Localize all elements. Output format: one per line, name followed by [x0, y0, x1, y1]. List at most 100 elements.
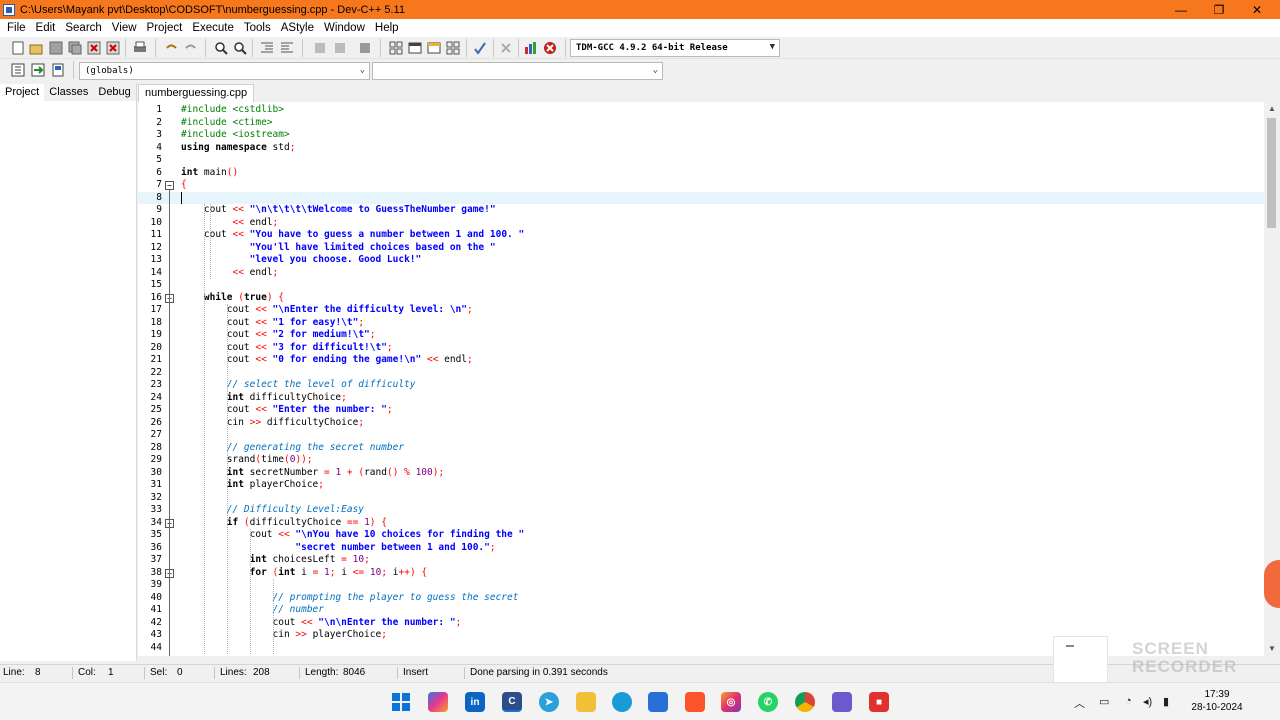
keyboard-icon[interactable]: ▭ [1099, 695, 1109, 708]
chrome-icon[interactable] [795, 692, 815, 712]
code-line[interactable]: 11 cout << "You have to guess a number b… [138, 229, 1264, 242]
menu-file[interactable]: File [2, 22, 31, 34]
toggle-icon[interactable] [50, 62, 66, 78]
menu-view[interactable]: View [107, 22, 142, 34]
code-line[interactable]: 28 // generating the secret number [138, 442, 1264, 455]
battery-icon[interactable]: ▮ [1163, 695, 1169, 708]
code-line[interactable]: 30 int secretNumber = 1 + (rand() % 100)… [138, 467, 1264, 480]
code-line[interactable]: 41 // number [138, 604, 1264, 617]
goto-bookmark-icon[interactable] [332, 40, 348, 56]
code-line[interactable]: 25 cout << "Enter the number: "; [138, 404, 1264, 417]
goto-line-icon[interactable] [357, 40, 373, 56]
menu-help[interactable]: Help [370, 22, 404, 34]
screen-recorder-icon[interactable]: ■ [869, 692, 889, 712]
menu-execute[interactable]: Execute [187, 22, 239, 34]
toggle-bookmark-icon[interactable] [312, 40, 328, 56]
volume-icon[interactable]: ◂) [1143, 695, 1152, 708]
code-line[interactable]: 19 cout << "2 for medium!\t"; [138, 329, 1264, 342]
compiler-select[interactable]: TDM-GCC 4.9.2 64-bit Release ▼ [570, 39, 780, 57]
insert-icon[interactable] [10, 62, 26, 78]
whatsapp-icon[interactable]: ✆ [758, 692, 778, 712]
code-line[interactable]: 9 cout << "\n\t\t\t\tWelcome to GuessThe… [138, 204, 1264, 217]
devcpp-taskbar-icon[interactable]: C [502, 692, 522, 712]
profile-chart-icon[interactable] [523, 40, 539, 56]
menu-astyle[interactable]: AStyle [276, 22, 319, 34]
minimize-button[interactable]: — [1162, 0, 1200, 19]
code-line[interactable]: 27 [138, 429, 1264, 442]
close-button[interactable]: ✕ [1238, 0, 1276, 19]
open-file-icon[interactable] [28, 40, 44, 56]
menu-window[interactable]: Window [319, 22, 370, 34]
code-line[interactable]: 33 // Difficulty Level:Easy [138, 504, 1264, 517]
file-explorer-icon[interactable] [576, 692, 596, 712]
code-editor[interactable]: 1 #include <cstdlib> 2 #include <ctime> 3 #in… [138, 102, 1264, 656]
code-line[interactable]: 13 "level you choose. Good Luck!" [138, 254, 1264, 267]
code-line[interactable]: 26 cin >> difficultyChoice; [138, 417, 1264, 430]
code-line[interactable]: 32 [138, 492, 1264, 505]
code-line[interactable]: 16 while (true) {− [138, 292, 1264, 305]
find-icon[interactable] [213, 40, 229, 56]
new-file-icon[interactable] [10, 40, 26, 56]
print-icon[interactable] [132, 40, 148, 56]
code-line[interactable]: 2 #include <ctime> [138, 117, 1264, 130]
check-syntax-icon[interactable] [472, 40, 488, 56]
code-line[interactable]: 7 {− [138, 179, 1264, 192]
menu-project[interactable]: Project [142, 22, 188, 34]
tab-project[interactable]: Project [0, 84, 45, 101]
new-project-icon[interactable] [388, 40, 404, 56]
code-line[interactable]: 1 #include <cstdlib> [138, 104, 1264, 117]
wifi-icon[interactable]: ◔ [1125, 695, 1132, 707]
code-line[interactable]: 24 int difficultyChoice; [138, 392, 1264, 405]
code-line[interactable]: 10 << endl; [138, 217, 1264, 230]
menu-edit[interactable]: Edit [31, 22, 61, 34]
instagram-icon[interactable]: ◎ [721, 692, 741, 712]
goto-icon[interactable] [30, 62, 46, 78]
code-line[interactable]: 23 // select the level of difficulty [138, 379, 1264, 392]
fold-toggle-icon[interactable]: − [165, 181, 174, 190]
code-line[interactable]: 40 // prompting the player to guess the … [138, 592, 1264, 605]
scope-select[interactable]: (globals) ⌄ [79, 62, 370, 80]
tab-debug[interactable]: Debug [93, 84, 135, 101]
code-line[interactable]: 12 "You'll have limited choices based on… [138, 242, 1264, 255]
class-browser-icon[interactable] [445, 40, 461, 56]
code-line[interactable]: 18 cout << "1 for easy!\t"; [138, 317, 1264, 330]
redo-icon[interactable] [183, 40, 199, 56]
maximize-button[interactable]: ❐ [1200, 0, 1238, 19]
stop-execution-icon[interactable] [498, 40, 514, 56]
code-line[interactable]: 17 cout << "\nEnter the difficulty level… [138, 304, 1264, 317]
tray-chevron-icon[interactable]: ︿ [1074, 695, 1085, 711]
code-line[interactable]: 35 cout << "\nYou have 10 choices for fi… [138, 529, 1264, 542]
project-window-icon[interactable] [407, 40, 423, 56]
code-line[interactable]: 21 cout << "0 for ending the game!\n" <<… [138, 354, 1264, 367]
code-line[interactable]: 37 int choicesLeft = 10; [138, 554, 1264, 567]
code-line[interactable]: 38 for (int i = 1; i <= 10; i++) {− [138, 567, 1264, 580]
code-line[interactable]: 4 using namespace std; [138, 142, 1264, 155]
scrollbar-thumb[interactable] [1267, 118, 1276, 228]
code-line[interactable]: 29 srand(time(0)); [138, 454, 1264, 467]
code-line[interactable]: 34 if (difficultyChoice == 1) {− [138, 517, 1264, 530]
clock[interactable]: 17:39 28-10-2024 [1186, 688, 1248, 714]
scroll-down-icon[interactable]: ▼ [1264, 642, 1280, 656]
save-icon[interactable] [48, 40, 64, 56]
tab-classes[interactable]: Classes [44, 84, 93, 101]
save-all-icon[interactable] [67, 40, 83, 56]
code-line[interactable]: 15 [138, 279, 1264, 292]
delete-profile-icon[interactable] [542, 40, 558, 56]
code-line[interactable]: 5 [138, 154, 1264, 167]
undo-icon[interactable] [163, 40, 179, 56]
code-line[interactable]: 42 cout << "\n\nEnter the number: "; [138, 617, 1264, 630]
copilot-icon[interactable] [428, 692, 448, 712]
close-file-icon[interactable] [86, 40, 102, 56]
code-line[interactable]: 22 [138, 367, 1264, 380]
fullscreen-icon[interactable] [426, 40, 442, 56]
game-controller-icon[interactable] [832, 692, 852, 712]
edge-icon[interactable] [612, 692, 632, 712]
code-line[interactable]: 36 "secret number between 1 and 100."; [138, 542, 1264, 555]
code-line[interactable]: 6 int main() [138, 167, 1264, 180]
store-icon[interactable] [648, 692, 668, 712]
scroll-up-icon[interactable]: ▲ [1264, 102, 1280, 116]
member-select[interactable]: ⌄ [372, 62, 663, 80]
telegram-icon[interactable]: ➤ [539, 692, 559, 712]
tab-numberguessing-cpp[interactable]: numberguessing.cpp [138, 84, 255, 102]
indent-icon[interactable] [259, 40, 275, 56]
